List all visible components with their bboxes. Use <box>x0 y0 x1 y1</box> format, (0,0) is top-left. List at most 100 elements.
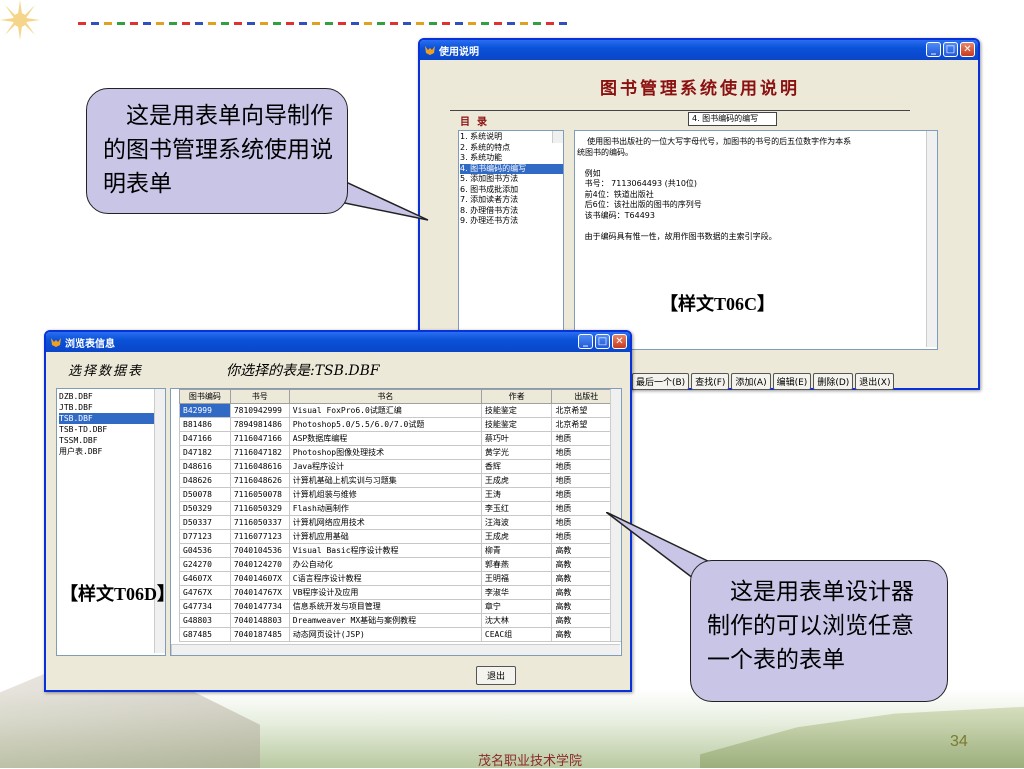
table-row[interactable]: D77123 7116077123 计算机应用基础 王成虎 地质 <box>179 529 621 544</box>
table-cell[interactable]: 计算机应用基础 <box>288 529 482 544</box>
table-cell[interactable]: Photoshop5.0/5.5/6.0/7.0试题 <box>288 417 482 432</box>
table-list-item[interactable]: DZB.DBF <box>59 391 163 402</box>
table-row[interactable]: D48616 7116048616 Java程序设计 香辉 地质 <box>179 459 621 474</box>
table-cell[interactable]: Flash动画制作 <box>288 501 482 516</box>
table-row[interactable]: D50078 7116050078 计算机组装与维修 王涛 地质 <box>179 487 621 502</box>
table-list-item[interactable]: 用户表.DBF <box>59 446 163 457</box>
table-row[interactable]: D47182 7116047182 Photoshop图像处理技术 黄学光 地质 <box>179 445 621 460</box>
table-cell[interactable]: 郭春燕 <box>480 557 553 572</box>
table-cell[interactable]: B81486 <box>179 417 231 432</box>
toc-scrollbar[interactable] <box>552 131 563 143</box>
table-cell[interactable]: 香辉 <box>480 459 553 474</box>
table-cell[interactable]: 柳青 <box>480 543 553 558</box>
table-cell[interactable]: 7040124270 <box>229 557 290 572</box>
minimize-button[interactable]: _ <box>926 42 941 57</box>
minimize-button[interactable]: _ <box>578 334 593 349</box>
toc-item[interactable]: 2. 系统的特点 <box>460 143 563 154</box>
maximize-button[interactable]: □ <box>943 42 958 57</box>
toc-item[interactable]: 5. 添加图书方法 <box>460 174 563 185</box>
table-cell[interactable]: 李玉红 <box>480 501 553 516</box>
table-list-item[interactable]: TSB-TD.DBF <box>59 424 163 435</box>
help-nav-button[interactable]: 查找(F) <box>691 373 730 390</box>
table-cell[interactable]: 汪海波 <box>480 515 553 530</box>
table-row[interactable]: D50329 7116050329 Flash动画制作 李玉红 地质 <box>179 501 621 516</box>
table-cell[interactable]: 7810942999 <box>229 403 290 418</box>
table-cell[interactable]: 沈大林 <box>480 613 553 628</box>
table-cell[interactable]: C语言程序设计教程 <box>288 571 482 586</box>
table-cell[interactable]: 7040104536 <box>229 543 290 558</box>
table-cell[interactable]: 计算机组装与维修 <box>288 487 482 502</box>
column-header[interactable]: 图书编码 <box>179 389 231 404</box>
table-cell[interactable]: 7040187485 <box>229 627 290 642</box>
table-cell[interactable]: 7116050329 <box>229 501 290 516</box>
table-cell[interactable]: Photoshop图像处理技术 <box>288 445 482 460</box>
exit-button[interactable]: 退出 <box>476 666 517 685</box>
toc-item[interactable]: 1. 系统说明 <box>460 132 563 143</box>
table-cell[interactable]: VB程序设计及应用 <box>288 585 482 600</box>
table-row[interactable]: G48803 7040148803 Dreamweaver MX基础与案例教程 沈大林… <box>179 613 621 628</box>
table-cell[interactable]: 王成虎 <box>480 529 553 544</box>
toc-item[interactable]: 6. 图书成批添加 <box>460 185 563 196</box>
table-cell[interactable]: D50078 <box>179 487 231 502</box>
table-cell[interactable]: Java程序设计 <box>288 459 482 474</box>
content-tab[interactable]: 4. 图书编码的编写 <box>688 112 777 126</box>
table-cell[interactable]: 704014607X <box>229 571 290 586</box>
toc-item[interactable]: 7. 添加读者方法 <box>460 195 563 206</box>
table-cell[interactable]: D77123 <box>179 529 231 544</box>
table-cell[interactable]: 计算机网络应用技术 <box>288 515 482 530</box>
table-cell[interactable]: D50337 <box>179 515 231 530</box>
column-header[interactable]: 书号 <box>229 389 290 404</box>
table-list-item[interactable]: TSB.DBF <box>59 413 163 424</box>
help-nav-button[interactable]: 添加(A) <box>731 373 771 390</box>
table-cell[interactable]: D50329 <box>179 501 231 516</box>
table-row[interactable]: G4607X 704014607X C语言程序设计教程 王明福 高教 <box>179 571 621 586</box>
table-cell[interactable]: 技能鉴定 <box>480 417 553 432</box>
grid-hscrollbar[interactable] <box>171 644 620 655</box>
table-cell[interactable]: 7116077123 <box>229 529 290 544</box>
table-cell[interactable]: 章宁 <box>480 599 553 614</box>
table-cell[interactable]: 李淑华 <box>480 585 553 600</box>
table-row[interactable]: G87485 7040187485 动态网页设计(JSP) CEAC组 高教 <box>179 627 621 642</box>
help-nav-button[interactable]: 最后一个(B) <box>632 373 690 390</box>
table-cell[interactable]: D47166 <box>179 431 231 446</box>
table-cell[interactable]: 蔡巧叶 <box>480 431 553 446</box>
table-list-scrollbar[interactable] <box>154 389 165 653</box>
table-cell[interactable]: D48616 <box>179 459 231 474</box>
data-grid[interactable]: 图书编码 书号 书名 作者 出版社 B42999 7810942999 Visual FoxP… <box>170 388 622 656</box>
table-cell[interactable]: 704014767X <box>229 585 290 600</box>
table-row[interactable]: B81486 7894981486 Photoshop5.0/5.5/6.0/7.0… <box>179 417 621 432</box>
table-cell[interactable]: 7116048626 <box>229 473 290 488</box>
help-window-titlebar[interactable]: 使用说明 _ □ ✕ <box>420 40 978 60</box>
table-row[interactable]: G4767X 704014767X VB程序设计及应用 李淑华 高教 <box>179 585 621 600</box>
table-cell[interactable]: 7040147734 <box>229 599 290 614</box>
table-cell[interactable]: D48626 <box>179 473 231 488</box>
table-cell[interactable]: 王涛 <box>480 487 553 502</box>
column-header[interactable]: 书名 <box>288 389 482 404</box>
table-cell[interactable]: Dreamweaver MX基础与案例教程 <box>288 613 482 628</box>
table-cell[interactable]: 7116047166 <box>229 431 290 446</box>
table-cell[interactable]: CEAC组 <box>480 627 553 642</box>
table-cell[interactable]: G24270 <box>179 557 231 572</box>
table-cell[interactable]: 7040148803 <box>229 613 290 628</box>
toc-item[interactable]: 9. 办理还书方法 <box>460 216 563 227</box>
table-cell[interactable]: 黄学光 <box>480 445 553 460</box>
table-cell[interactable]: D47182 <box>179 445 231 460</box>
table-cell[interactable]: 7116048616 <box>229 459 290 474</box>
table-cell[interactable]: 7116050337 <box>229 515 290 530</box>
table-row[interactable]: D48626 7116048626 计算机基础上机实训与习题集 王成虎 地质 <box>179 473 621 488</box>
help-nav-button[interactable]: 删除(D) <box>813 373 854 390</box>
table-list-item[interactable]: TSSM.DBF <box>59 435 163 446</box>
table-cell[interactable]: 办公自动化 <box>288 557 482 572</box>
table-cell[interactable]: Visual FoxPro6.0试题汇编 <box>288 403 482 418</box>
table-cell[interactable]: ASP数据库编程 <box>288 431 482 446</box>
column-header[interactable]: 作者 <box>480 389 553 404</box>
table-row[interactable]: D50337 7116050337 计算机网络应用技术 汪海波 地质 <box>179 515 621 530</box>
table-cell[interactable]: 计算机基础上机实训与习题集 <box>288 473 482 488</box>
table-cell[interactable]: G87485 <box>179 627 231 642</box>
help-nav-button[interactable]: 退出(X) <box>855 373 895 390</box>
toc-item[interactable]: 8. 办理借书方法 <box>460 206 563 217</box>
table-cell[interactable]: B42999 <box>179 403 231 418</box>
table-cell[interactable]: 王明福 <box>480 571 553 586</box>
table-cell[interactable]: G4767X <box>179 585 231 600</box>
content-area[interactable]: 使用图书出版社的一位大写字母代号，加图书的书号的后五位数字作为本系 统图书的编码。… <box>574 130 938 350</box>
